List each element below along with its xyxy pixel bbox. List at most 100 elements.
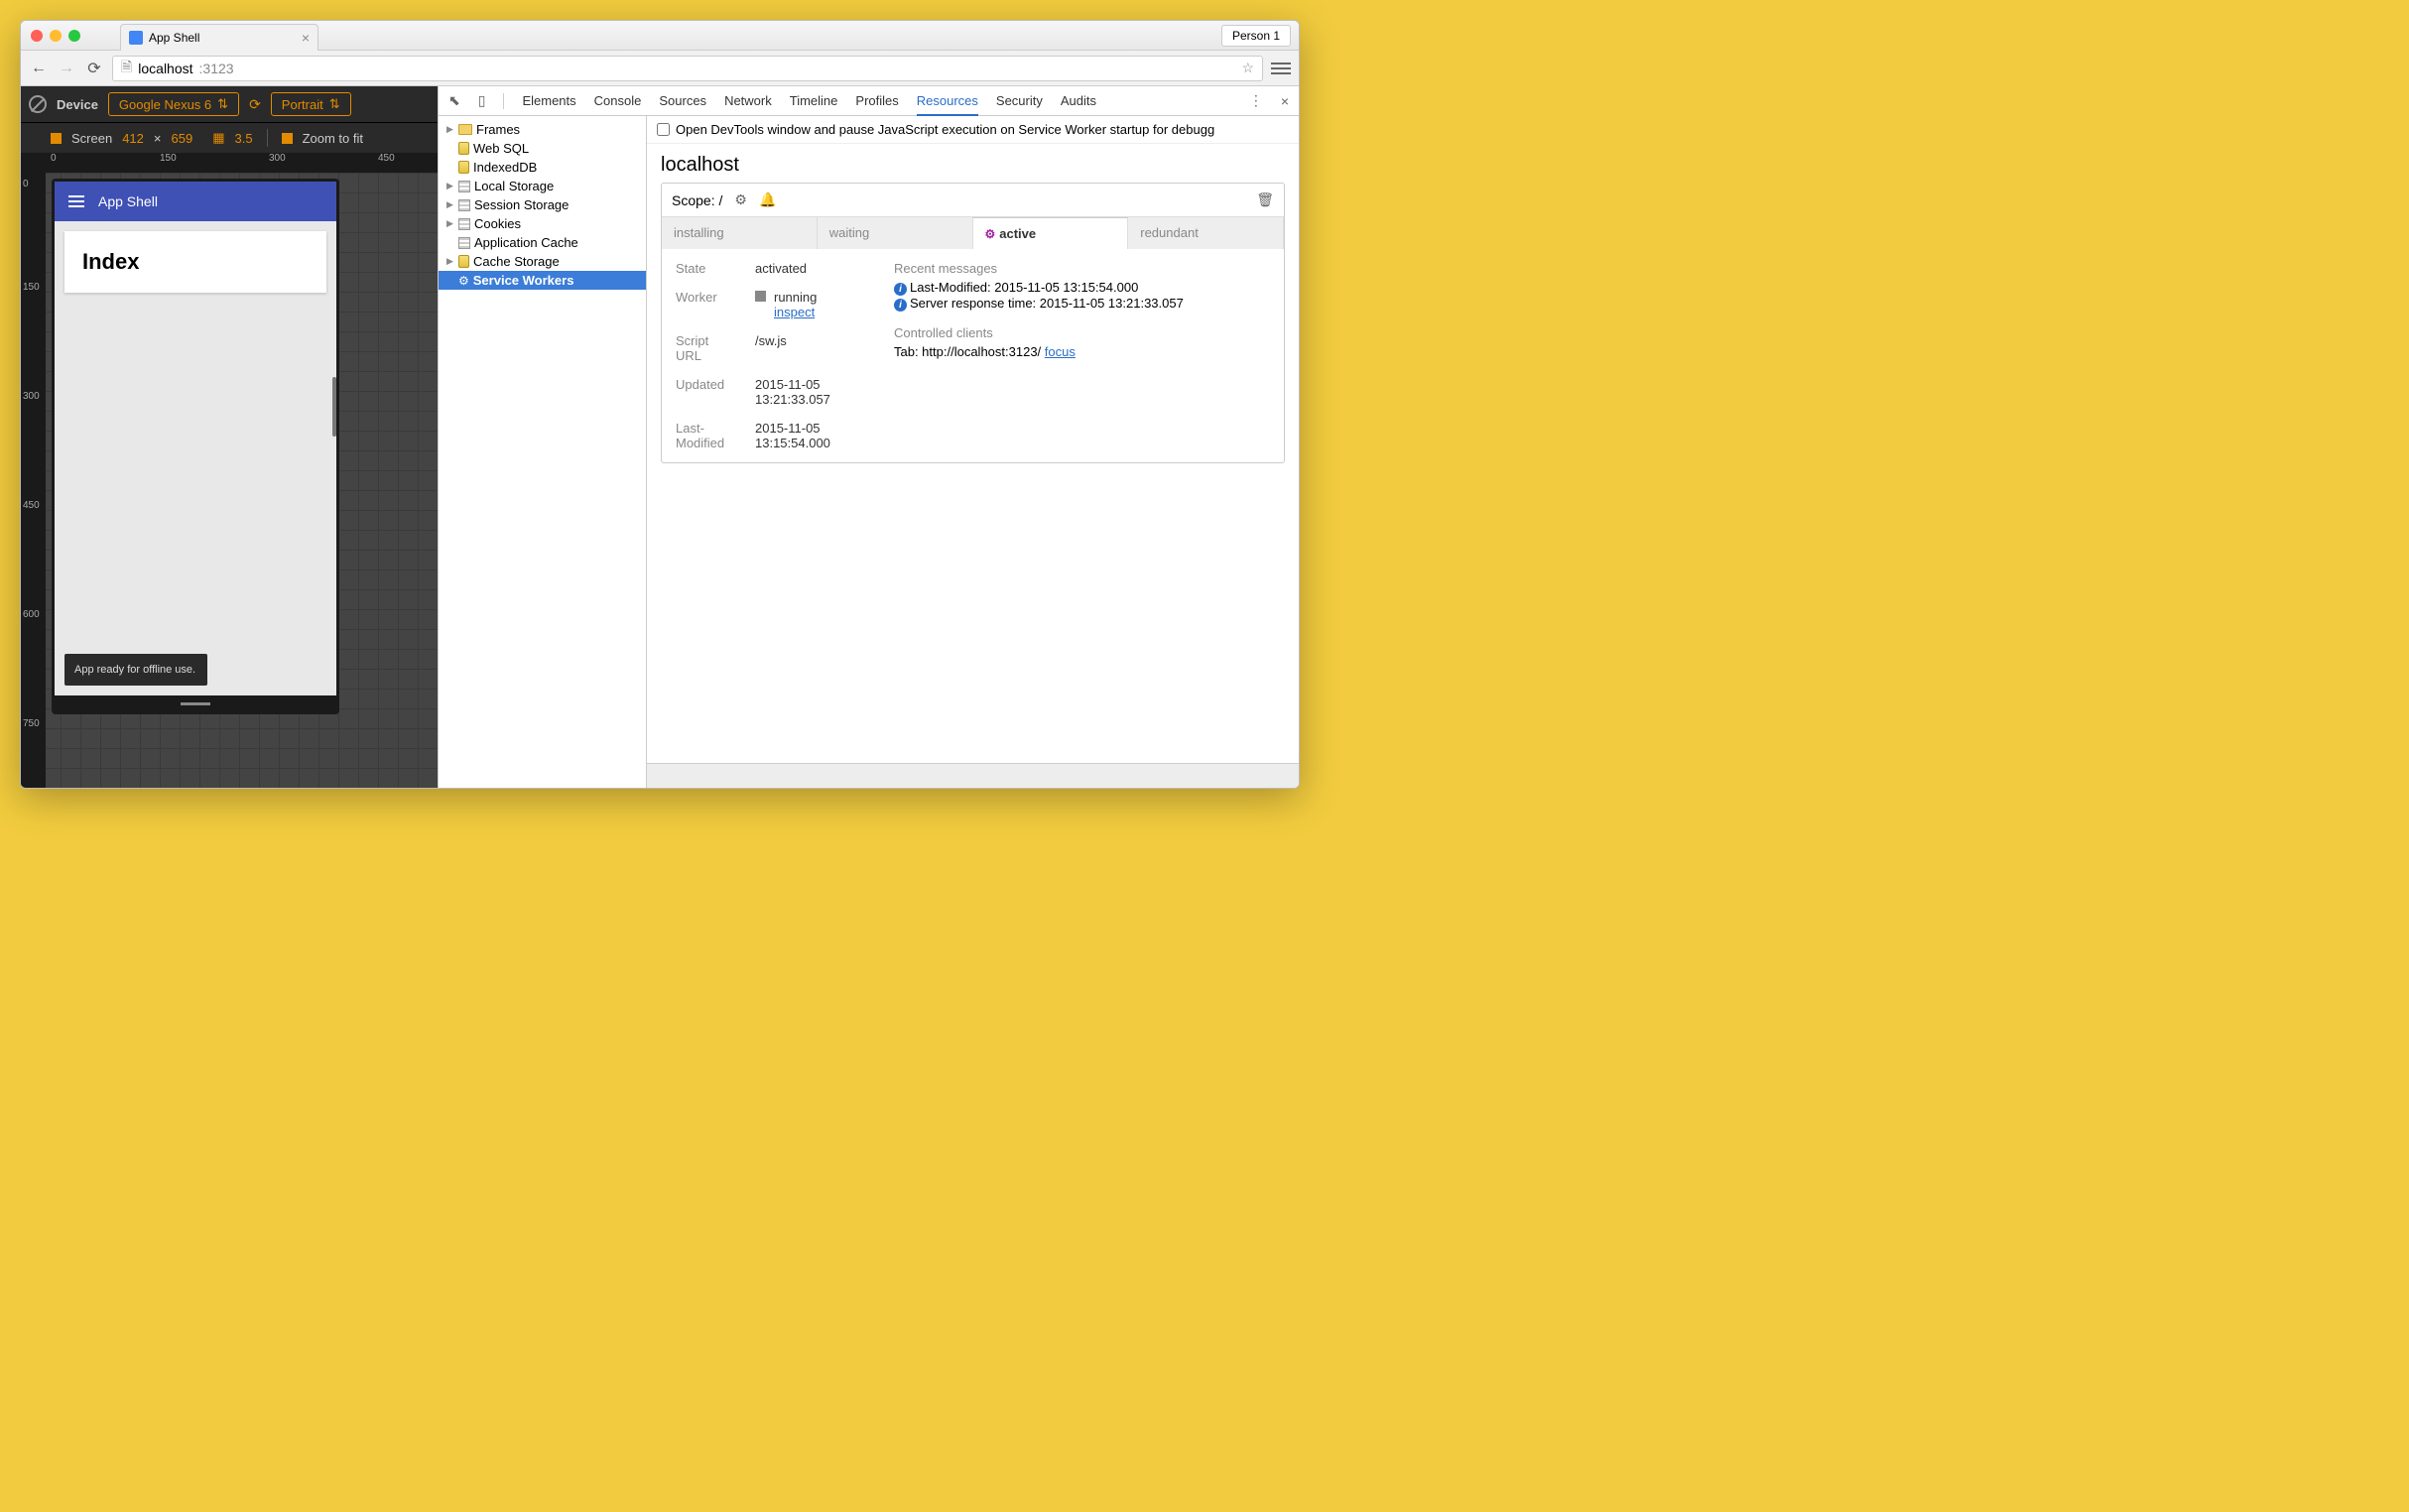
- window-titlebar: App Shell × Person 1: [21, 21, 1299, 51]
- tab-sources[interactable]: Sources: [659, 93, 706, 108]
- ruler-tick: 150: [23, 282, 40, 293]
- device-bar-2: Screen 412 × 659 ▦ 3.5 Zoom to fit: [21, 123, 438, 153]
- offline-toast: App ready for offline use.: [64, 654, 207, 686]
- stop-icon[interactable]: [755, 291, 766, 302]
- tab-timeline[interactable]: Timeline: [790, 93, 838, 108]
- tree-frames[interactable]: ▶Frames: [439, 120, 646, 139]
- lastmod-value: 2015-11-05 13:15:54.000: [755, 421, 854, 450]
- browser-tab[interactable]: App Shell ×: [120, 24, 318, 51]
- tree-label: Cache Storage: [473, 254, 560, 269]
- no-throttle-icon[interactable]: [29, 95, 47, 113]
- back-button[interactable]: ←: [29, 59, 49, 78]
- cookies-icon: [458, 218, 470, 230]
- tab-elements[interactable]: Elements: [522, 93, 575, 108]
- screen-width[interactable]: 412: [122, 131, 144, 146]
- dpr-icon[interactable]: ▦: [212, 130, 224, 146]
- screen-height[interactable]: 659: [172, 131, 193, 146]
- tree-websql[interactable]: Web SQL: [439, 139, 646, 158]
- sw-right-column: Recent messages iLast-Modified: 2015-11-…: [894, 261, 1184, 450]
- minimize-window-button[interactable]: [50, 30, 62, 42]
- ruler-tick: 750: [23, 718, 40, 729]
- sw-banner: Open DevTools window and pause JavaScrip…: [647, 116, 1299, 144]
- gear-icon[interactable]: ⚙: [734, 191, 747, 208]
- close-window-button[interactable]: [31, 30, 43, 42]
- tab-resources[interactable]: Resources: [917, 93, 978, 116]
- tree-indexeddb[interactable]: IndexedDB: [439, 158, 646, 177]
- devtools-close-icon[interactable]: ×: [1281, 93, 1289, 109]
- address-bar[interactable]: 🗎 localhost:3123 ☆: [112, 56, 1263, 81]
- phone-screen[interactable]: App Shell Index App ready for offline us…: [55, 182, 336, 695]
- device-selector[interactable]: Google Nexus 6 ⇅: [108, 92, 239, 116]
- sw-tab-label: active: [999, 226, 1036, 241]
- lastmod-label: Last-Modified: [676, 421, 735, 450]
- tree-label: Frames: [476, 122, 520, 137]
- phone-nav-bar: [55, 695, 336, 711]
- site-info-icon[interactable]: 🗎: [121, 57, 132, 80]
- info-icon: i: [894, 283, 907, 296]
- profile-button[interactable]: Person 1: [1221, 25, 1291, 47]
- tree-localstorage[interactable]: ▶Local Storage: [439, 177, 646, 195]
- ruler-tick: 450: [378, 153, 395, 164]
- worker-status: running: [774, 290, 817, 305]
- forward-button[interactable]: →: [57, 59, 76, 78]
- trash-icon[interactable]: 🗑: [1256, 191, 1274, 208]
- tab-profiles[interactable]: Profiles: [855, 93, 898, 108]
- tab-close-button[interactable]: ×: [302, 30, 310, 46]
- ruler-tick: 600: [23, 609, 40, 620]
- bell-icon[interactable]: 🔔: [759, 191, 776, 208]
- sw-tab-waiting[interactable]: waiting: [818, 217, 973, 249]
- rotate-icon[interactable]: ⟳: [249, 96, 261, 113]
- device-mode-toggle-icon[interactable]: ▯: [478, 92, 486, 109]
- tree-cachestorage[interactable]: ▶Cache Storage: [439, 252, 646, 271]
- zoom-label: Zoom to fit: [303, 131, 363, 146]
- screen-checkbox[interactable]: [51, 133, 62, 144]
- inspect-icon[interactable]: ⬉: [448, 92, 460, 109]
- devtools-panel: ⬉ ▯ Elements Console Sources Network Tim…: [438, 86, 1299, 788]
- tab-network[interactable]: Network: [724, 93, 772, 108]
- worker-label: Worker: [676, 290, 735, 319]
- tree-sessionstorage[interactable]: ▶Session Storage: [439, 195, 646, 214]
- tree-serviceworkers[interactable]: ⚙Service Workers: [439, 271, 646, 290]
- bookmark-star-icon[interactable]: ☆: [1241, 60, 1254, 76]
- inspect-link[interactable]: inspect: [774, 305, 815, 319]
- ruler-tick: 150: [160, 153, 177, 164]
- content-area: Device Google Nexus 6 ⇅ ⟳ Portrait ⇅ Scr…: [21, 86, 1299, 788]
- orientation-selector[interactable]: Portrait ⇅: [271, 92, 351, 116]
- screen-label: Screen: [71, 131, 112, 146]
- ruler-tick: 300: [269, 153, 286, 164]
- browser-menu-button[interactable]: [1271, 63, 1291, 74]
- tab-security[interactable]: Security: [996, 93, 1043, 108]
- pause-on-start-checkbox[interactable]: [657, 123, 670, 136]
- devtools-menu-icon[interactable]: ⋮: [1249, 92, 1263, 109]
- sw-tab-installing[interactable]: installing: [662, 217, 818, 249]
- hamburger-icon[interactable]: [68, 195, 84, 207]
- worker-value: runninginspect: [755, 290, 817, 319]
- maximize-window-button[interactable]: [68, 30, 80, 42]
- device-mode-pane: Device Google Nexus 6 ⇅ ⟳ Portrait ⇅ Scr…: [21, 86, 438, 788]
- tree-cookies[interactable]: ▶Cookies: [439, 214, 646, 233]
- divider: [503, 93, 504, 109]
- tree-appcache[interactable]: Application Cache: [439, 233, 646, 252]
- reload-button[interactable]: ⟳: [84, 59, 104, 78]
- app-header: App Shell: [55, 182, 336, 221]
- tree-label: Web SQL: [473, 141, 529, 156]
- phone-scrollbar[interactable]: [332, 377, 336, 437]
- dpr-value[interactable]: 3.5: [235, 131, 253, 146]
- focus-link[interactable]: focus: [1045, 344, 1076, 359]
- chevron-icon: ⇅: [217, 96, 228, 112]
- ruler-horizontal: 0 150 300 450: [21, 153, 438, 173]
- state-value: activated: [755, 261, 807, 276]
- sw-tab-active[interactable]: ⚙active: [973, 217, 1129, 249]
- device-viewport: 0 150 300 450 600 750 App Shell Index: [21, 173, 438, 788]
- folder-icon: [458, 124, 472, 135]
- sw-scope-header: Scope: / ⚙ 🔔 🗑: [662, 184, 1284, 217]
- zoom-checkbox[interactable]: [282, 133, 293, 144]
- updated-value: 2015-11-05 13:21:33.057: [755, 377, 854, 407]
- tree-label: IndexedDB: [473, 160, 537, 175]
- db-icon: [458, 161, 469, 174]
- tab-console[interactable]: Console: [594, 93, 642, 108]
- tab-audits[interactable]: Audits: [1061, 93, 1096, 108]
- sw-tab-redundant[interactable]: redundant: [1128, 217, 1284, 249]
- recent-msgs-label: Recent messages: [894, 261, 1184, 276]
- ruler-tick: 450: [23, 500, 40, 511]
